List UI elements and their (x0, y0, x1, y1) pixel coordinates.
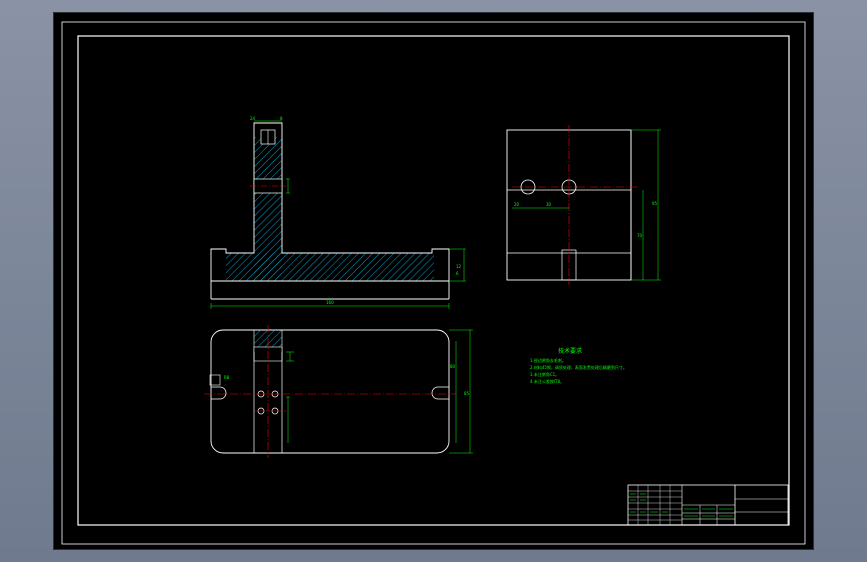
dim-top-radius: R8 (224, 375, 230, 380)
side-view: 95 70 20 30 (506, 125, 661, 285)
notes-line-4: 4.未注公差按IT8。 (530, 378, 564, 384)
sheet-outer-border (61, 21, 806, 545)
technical-notes: 技术要求 1.锐边倒角去毛刺。 2.材料45钢，调质处理，表面发黑处理后精磨到尺… (530, 347, 627, 384)
dim-side-pitch-1: 20 (514, 202, 520, 207)
notes-line-1: 1.锐边倒角去毛刺。 (530, 357, 566, 363)
dim-front-slot: 8 (280, 116, 283, 121)
dim-front-top: 24 (250, 116, 256, 121)
top-left-tab (209, 374, 221, 386)
drawing-viewport[interactable]: 160 24 8 12 6 95 70 20 30 85 80 R8 技术要求 … (54, 13, 813, 549)
dim-top-height: 80 (450, 364, 456, 369)
top-right-slot (431, 386, 449, 400)
top-left-slot (211, 386, 227, 400)
dim-front-width: 160 (326, 300, 334, 305)
top-view: 85 80 R8 (204, 325, 473, 458)
dim-side-inner: 70 (637, 233, 643, 238)
title-block (627, 484, 789, 526)
notes-line-3: 3.未注倒角C1。 (530, 371, 559, 377)
front-base-hatch (226, 253, 434, 281)
dim-top-overall: 85 (464, 391, 470, 396)
notes-line-2: 2.材料45钢，调质处理，表面发黑处理后精磨到尺寸。 (530, 364, 627, 370)
dim-front-base-h: 12 (456, 264, 462, 269)
front-view: 160 24 8 12 6 (210, 116, 466, 309)
notes-title: 技术要求 (558, 347, 582, 355)
dim-side-pitch-2: 30 (546, 202, 552, 207)
cad-drawing: 160 24 8 12 6 95 70 20 30 85 80 R8 技术要求 … (61, 21, 806, 545)
top-outline (210, 329, 450, 454)
dim-front-base-step: 6 (456, 271, 459, 276)
dim-side-height: 95 (652, 201, 658, 206)
